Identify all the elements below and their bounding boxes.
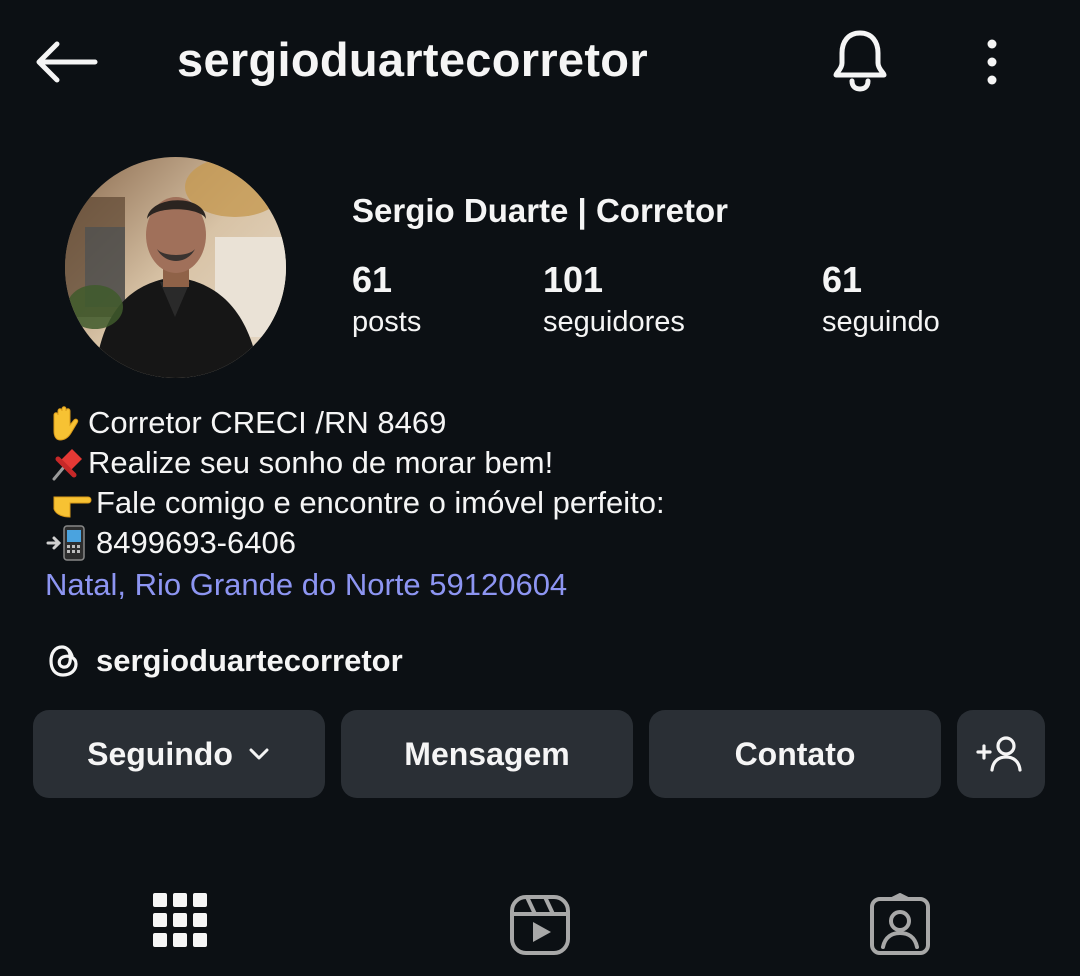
mobile-phone-arrow-icon (46, 525, 85, 561)
bio-text: Realize seu sonho de morar bem! (88, 445, 554, 480)
more-options-button[interactable] (962, 30, 1022, 94)
display-name: Sergio Duarte | Corretor (352, 192, 728, 229)
message-button[interactable]: Mensagem (341, 710, 633, 798)
profile-photo (65, 157, 286, 378)
following-button[interactable]: Seguindo (33, 710, 325, 798)
contact-button[interactable]: Contato (649, 710, 941, 798)
more-vertical-icon (987, 39, 997, 85)
reels-icon (510, 895, 570, 955)
notifications-button[interactable] (826, 26, 894, 94)
posts-value: 61 (352, 259, 393, 300)
arrow-left-icon (36, 41, 98, 83)
followers-label: seguidores (543, 306, 685, 338)
bio-line: Fale comigo e encontre o imóvel perfeito… (46, 483, 665, 523)
tab-reels[interactable] (490, 880, 590, 970)
avatar[interactable] (65, 157, 286, 378)
followers-value: 101 (543, 259, 604, 300)
pointing-hand-icon (53, 496, 92, 518)
grid-icon (153, 893, 207, 947)
chevron-down-icon (249, 748, 269, 760)
add-user-button[interactable] (957, 710, 1045, 798)
back-button[interactable] (30, 30, 102, 94)
tab-tagged[interactable] (850, 880, 950, 970)
tagged-icon (870, 893, 930, 955)
following-count[interactable]: 61 seguindo (822, 260, 940, 340)
bio-line: Realize seu sonho de morar bem! (46, 443, 665, 483)
add-user-icon (976, 736, 1022, 772)
bio-line: 8499693-6406 (46, 523, 665, 563)
location-link[interactable]: Natal, Rio Grande do Norte 59120604 (45, 567, 567, 603)
following-button-label: Seguindo (87, 735, 233, 772)
threads-icon (49, 645, 78, 677)
page-title: sergioduartecorretor (177, 33, 648, 86)
followers-count[interactable]: 101 seguidores (543, 260, 685, 340)
bio-line: Corretor CRECI /RN 8469 (46, 403, 665, 443)
bio: Corretor CRECI /RN 8469 Realize seu sonh… (46, 403, 665, 563)
bio-text: Fale comigo e encontre o imóvel perfeito… (96, 485, 665, 520)
threads-handle: sergioduartecorretor (96, 643, 403, 678)
posts-count[interactable]: 61 posts (352, 260, 421, 340)
raised-hand-icon (53, 406, 79, 441)
threads-link[interactable]: sergioduartecorretor (46, 642, 403, 680)
pushpin-icon (52, 449, 82, 481)
posts-label: posts (352, 306, 422, 338)
bell-icon (833, 30, 887, 92)
following-label: seguindo (822, 306, 940, 338)
following-value: 61 (822, 259, 863, 300)
tab-posts-grid[interactable] (130, 880, 230, 970)
bio-text: 8499693-6406 (96, 525, 296, 560)
bio-text: Corretor CRECI /RN 8469 (88, 405, 447, 440)
